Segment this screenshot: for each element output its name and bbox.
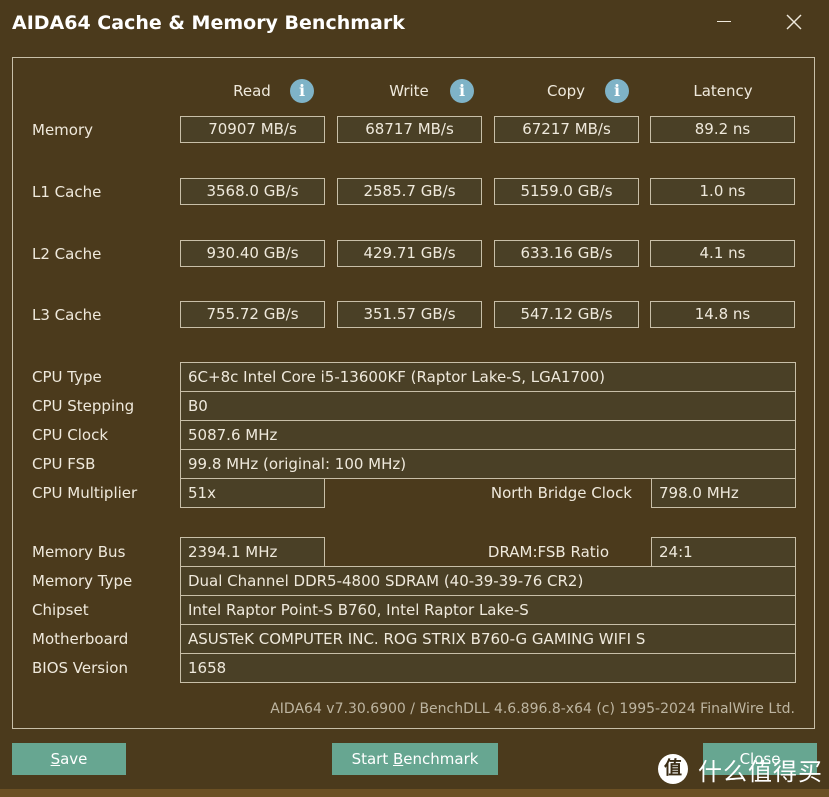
save-label-rest: ave: [60, 750, 88, 768]
chipset-value: Intel Raptor Point-S B760, Intel Raptor …: [180, 595, 796, 625]
write-info-icon[interactable]: i: [450, 79, 474, 103]
north-bridge-clock-value: 798.0 MHz: [651, 478, 796, 508]
start-benchmark-prefix: Start: [351, 750, 393, 768]
dram-fsb-ratio-label: DRAM:FSB Ratio: [487, 543, 609, 561]
column-header-read: Read: [233, 82, 271, 100]
column-header-latency: Latency: [693, 82, 753, 100]
l1-latency-value: 1.0 ns: [650, 178, 795, 205]
l3-read-value: 755.72 GB/s: [180, 301, 325, 328]
l1-write-value: 2585.7 GB/s: [337, 178, 482, 205]
chipset-label: Chipset: [32, 601, 89, 619]
cpu-stepping-label: CPU Stepping: [32, 397, 135, 415]
version-footer: AIDA64 v7.30.6900 / BenchDLL 4.6.896.8-x…: [270, 701, 795, 717]
watermark-text: 什么值得买: [698, 757, 823, 786]
cpu-clock-value: 5087.6 MHz: [180, 420, 796, 450]
motherboard-label: Motherboard: [32, 630, 129, 648]
cpu-type-label: CPU Type: [32, 368, 102, 386]
dram-fsb-ratio-value: 24:1: [651, 537, 796, 567]
row-label-l3-cache: L3 Cache: [32, 306, 102, 324]
l2-latency-value: 4.1 ns: [650, 240, 795, 267]
start-benchmark-mnemonic: B: [392, 750, 404, 768]
column-header-copy: Copy: [546, 82, 586, 100]
column-header-write: Write: [389, 82, 429, 100]
bios-version-label: BIOS Version: [32, 659, 128, 677]
cpu-fsb-value: 99.8 MHz (original: 100 MHz): [180, 449, 796, 479]
cpu-multiplier-value: 51x: [180, 478, 325, 508]
cpu-type-value: 6C+8c Intel Core i5-13600KF (Raptor Lake…: [180, 362, 796, 392]
l1-copy-value: 5159.0 GB/s: [494, 178, 639, 205]
motherboard-value: ASUSTeK COMPUTER INC. ROG STRIX B760-G G…: [180, 624, 796, 654]
cpu-stepping-value: B0: [180, 391, 796, 421]
l2-write-value: 429.71 GB/s: [337, 240, 482, 267]
memory-type-label: Memory Type: [32, 572, 133, 590]
start-benchmark-button[interactable]: Start Benchmark: [332, 743, 498, 775]
cpu-clock-label: CPU Clock: [32, 426, 109, 444]
watermark-logo-icon: 值: [658, 754, 688, 784]
memory-bus-label: Memory Bus: [32, 543, 126, 561]
l3-latency-value: 14.8 ns: [650, 301, 795, 328]
memory-bus-value: 2394.1 MHz: [180, 537, 325, 567]
bottom-strip: [0, 789, 829, 797]
l1-read-value: 3568.0 GB/s: [180, 178, 325, 205]
memory-read-value: 70907 MB/s: [180, 116, 325, 143]
memory-latency-value: 89.2 ns: [650, 116, 795, 143]
window-title: AIDA64 Cache & Memory Benchmark: [12, 12, 405, 34]
save-button[interactable]: Save: [12, 743, 126, 775]
l3-write-value: 351.57 GB/s: [337, 301, 482, 328]
north-bridge-clock-label: North Bridge Clock: [490, 484, 632, 502]
copy-info-icon[interactable]: i: [605, 79, 629, 103]
l2-read-value: 930.40 GB/s: [180, 240, 325, 267]
memory-write-value: 68717 MB/s: [337, 116, 482, 143]
l2-copy-value: 633.16 GB/s: [494, 240, 639, 267]
read-info-icon[interactable]: i: [290, 79, 314, 103]
memory-type-value: Dual Channel DDR5-4800 SDRAM (40-39-39-7…: [180, 566, 796, 596]
cpu-multiplier-label: CPU Multiplier: [32, 484, 138, 502]
close-icon[interactable]: [780, 8, 808, 36]
row-label-l1-cache: L1 Cache: [32, 183, 102, 201]
minimize-icon[interactable]: [710, 10, 738, 34]
save-mnemonic: S: [50, 750, 61, 768]
memory-copy-value: 67217 MB/s: [494, 116, 639, 143]
l3-copy-value: 547.12 GB/s: [494, 301, 639, 328]
watermark: 值 什么值得买: [658, 752, 823, 786]
bios-version-value: 1658: [180, 653, 796, 683]
start-benchmark-rest: enchmark: [403, 750, 479, 768]
row-label-memory: Memory: [32, 121, 94, 139]
cpu-fsb-label: CPU FSB: [32, 455, 96, 473]
row-label-l2-cache: L2 Cache: [32, 245, 102, 263]
